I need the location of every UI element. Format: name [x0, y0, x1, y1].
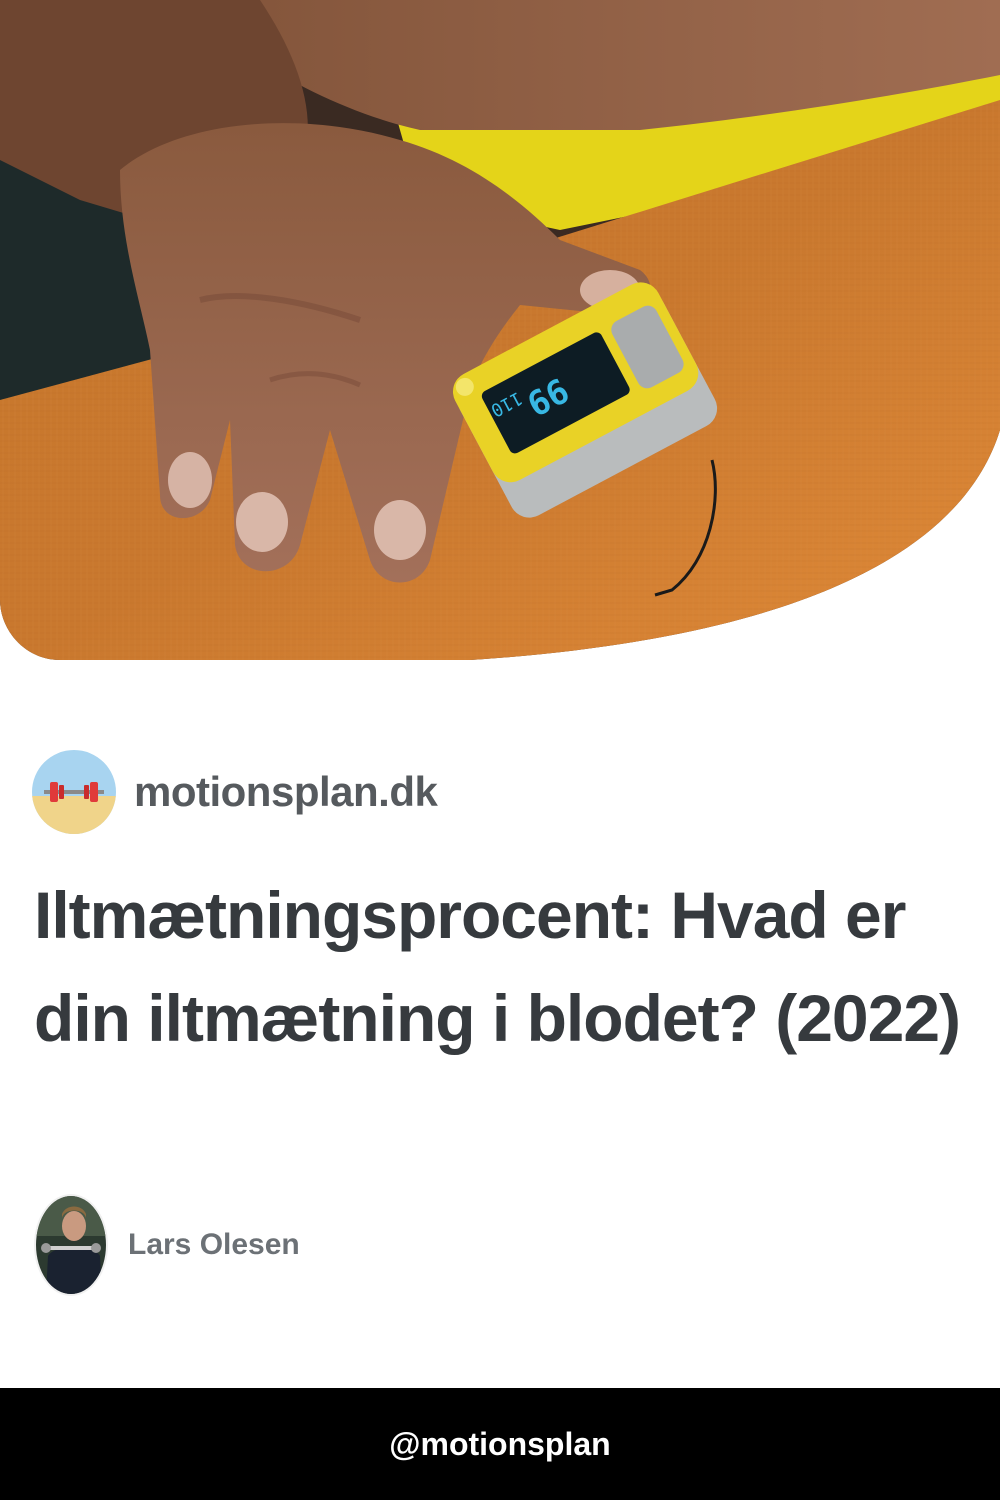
footer-bar: @motionsplan: [0, 1388, 1000, 1500]
hero-image[interactable]: 99 110: [0, 0, 1000, 670]
footer-handle[interactable]: @motionsplan: [389, 1426, 610, 1463]
dumbbell-beach-icon: [32, 750, 116, 834]
site-name: motionsplan.dk: [134, 768, 438, 815]
pin-card: 99 110 motionsplan.dk Iltmætningsprocent…: [0, 0, 1000, 1500]
author-avatar: [34, 1194, 108, 1296]
author-byline[interactable]: Lars Olesen: [34, 1194, 300, 1296]
site-header[interactable]: motionsplan.dk: [32, 750, 438, 834]
author-name: Lars Olesen: [128, 1228, 300, 1261]
article-title[interactable]: Iltmætningsprocent: Hvad er din iltmætni…: [34, 864, 964, 1070]
